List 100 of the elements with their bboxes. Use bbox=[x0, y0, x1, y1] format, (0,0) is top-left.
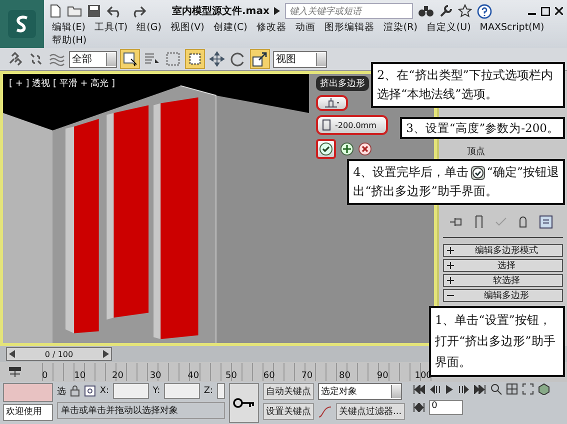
help-icon[interactable] bbox=[477, 4, 492, 18]
tick-label: 70 bbox=[301, 371, 313, 381]
selection-filter-dropdown[interactable]: 全部 bbox=[69, 50, 117, 68]
caddy-title: 挤出多边形 bbox=[316, 76, 369, 91]
status-message: 单击或单击并拖动以选择对象 bbox=[57, 402, 225, 419]
binoculars-icon[interactable] bbox=[418, 4, 434, 18]
menu-item[interactable]: 帮助(H) bbox=[52, 35, 87, 47]
x-coordinate-field[interactable] bbox=[113, 383, 149, 399]
move-tool[interactable] bbox=[208, 50, 226, 68]
menu-item[interactable]: 组(G) bbox=[136, 22, 162, 34]
scale-icon bbox=[252, 51, 268, 67]
rollout-header[interactable]: 软选择 bbox=[443, 274, 563, 287]
extrude-icon bbox=[324, 98, 340, 108]
move-icon bbox=[209, 51, 225, 67]
stack-tree-item[interactable]: 顶点 bbox=[467, 147, 485, 158]
right-arrow-icon bbox=[102, 350, 109, 358]
z-label: Z: bbox=[204, 386, 214, 396]
menu-item[interactable]: 动画 bbox=[295, 22, 316, 34]
set-key-button[interactable] bbox=[229, 383, 259, 423]
zoom-all-icon[interactable] bbox=[506, 383, 518, 395]
ok-button[interactable] bbox=[316, 139, 336, 159]
rollout-header[interactable]: 编辑多边形 bbox=[443, 289, 563, 302]
folder-icon[interactable] bbox=[67, 4, 82, 18]
auto-key-button[interactable]: 自动关键点 bbox=[263, 383, 314, 400]
menu-item[interactable]: 创建(C) bbox=[213, 22, 248, 34]
viewport-label[interactable]: [ + ] 透视 [ 平滑 + 高光 ] bbox=[9, 77, 116, 90]
close-icon[interactable] bbox=[555, 7, 563, 15]
key-icon bbox=[233, 398, 255, 408]
key-mode-dropdown[interactable]: 选定对象 bbox=[318, 383, 402, 400]
search-field[interactable]: 键入关键字或短语 bbox=[285, 3, 414, 19]
caret-icon[interactable] bbox=[274, 7, 280, 15]
tick-label: 50 bbox=[226, 371, 237, 381]
check-circle-icon bbox=[470, 166, 485, 180]
select-tool[interactable] bbox=[120, 49, 140, 69]
go-to-end-icon[interactable] bbox=[474, 384, 486, 394]
current-frame-field[interactable]: 0 bbox=[428, 400, 463, 415]
maxscript-listener-field[interactable] bbox=[3, 383, 53, 402]
wave-icon bbox=[49, 51, 65, 67]
prompt-field[interactable]: 欢迎使用 bbox=[3, 404, 53, 421]
left-arrow-icon bbox=[9, 350, 15, 358]
trackbar-icon[interactable] bbox=[8, 366, 22, 378]
tick-label: 20 bbox=[112, 371, 124, 381]
set-key-mode-button[interactable]: 设置关键点 bbox=[263, 403, 314, 420]
apply-button[interactable] bbox=[340, 142, 354, 156]
wrench-icon[interactable] bbox=[439, 4, 454, 18]
next-frame-icon[interactable] bbox=[458, 384, 470, 394]
tick-label: 60 bbox=[263, 371, 275, 381]
lock-icon[interactable] bbox=[70, 385, 80, 397]
app-logo-icon[interactable] bbox=[0, 0, 44, 48]
rollout-header[interactable]: 编辑多边形模式 bbox=[443, 244, 563, 257]
tick-label: 0 bbox=[42, 371, 48, 381]
reference-coord-dropdown[interactable]: 视图 bbox=[273, 50, 327, 68]
tick-label: 10 bbox=[74, 371, 86, 381]
extrusion-type-dropdown[interactable] bbox=[316, 95, 348, 111]
cancel-button[interactable] bbox=[358, 142, 372, 156]
tick-label: 80 bbox=[339, 371, 350, 381]
rollout-header[interactable]: 选择 bbox=[443, 259, 563, 272]
z-coordinate-field[interactable] bbox=[217, 383, 225, 399]
configure-icon[interactable] bbox=[539, 215, 553, 229]
time-slider-thumb[interactable]: 0 / 100 bbox=[6, 347, 112, 361]
check-icon[interactable] bbox=[495, 216, 507, 228]
star-icon[interactable] bbox=[458, 4, 472, 18]
height-spinner[interactable]: -200.0mm bbox=[316, 115, 388, 135]
callout-text: 1、单击“设置”按钮，打开“挤出多边形”助手界面。 bbox=[435, 313, 556, 369]
save-icon[interactable] bbox=[87, 4, 101, 18]
window-tool[interactable] bbox=[185, 49, 205, 69]
broken-link-icon bbox=[28, 51, 44, 67]
tick-label: 90 bbox=[376, 371, 388, 381]
maximize-icon[interactable] bbox=[541, 6, 550, 16]
rotate-icon bbox=[230, 51, 246, 67]
go-to-start-icon[interactable] bbox=[412, 384, 425, 394]
menu-item[interactable]: 自定义(U) bbox=[426, 22, 471, 34]
menu-item[interactable]: 渲染(R) bbox=[383, 22, 418, 34]
menu-item[interactable]: MAXScript(M) bbox=[480, 22, 544, 34]
tick-label: 40 bbox=[188, 371, 200, 381]
y-label: Y: bbox=[152, 386, 160, 396]
region-tool[interactable] bbox=[164, 50, 182, 68]
callout-text: “确定”按钮退 bbox=[486, 164, 559, 181]
play-icon[interactable] bbox=[444, 384, 454, 394]
scale-tool[interactable] bbox=[250, 49, 270, 69]
zoom-extents-icon[interactable] bbox=[522, 383, 534, 395]
y-coordinate-field[interactable] bbox=[164, 383, 200, 399]
previous-frame-icon[interactable] bbox=[428, 384, 441, 394]
pin-icon[interactable] bbox=[449, 216, 463, 228]
menu-item[interactable]: 工具(T) bbox=[94, 22, 128, 34]
dashed-square-icon bbox=[187, 51, 203, 67]
menu-item[interactable]: 视图(V) bbox=[170, 22, 204, 34]
key-tangent-icon[interactable] bbox=[318, 404, 332, 418]
tick-label: 30 bbox=[150, 371, 162, 381]
selection-lock-label: 选 bbox=[57, 386, 66, 398]
file-name: 室内模型源文件.max bbox=[172, 4, 270, 18]
zoom-icon[interactable] bbox=[490, 383, 502, 395]
x-label: X: bbox=[100, 386, 110, 396]
cursor-icon bbox=[122, 51, 138, 67]
key-filters-button[interactable]: 关键点过滤器... bbox=[336, 403, 405, 420]
menu-item[interactable]: 修改器 bbox=[256, 22, 286, 34]
menu-item[interactable]: 编辑(E) bbox=[52, 22, 86, 34]
menu-item[interactable]: 图形编辑器 bbox=[324, 22, 374, 34]
new-file-icon[interactable] bbox=[48, 4, 62, 18]
check-icon bbox=[319, 142, 333, 156]
